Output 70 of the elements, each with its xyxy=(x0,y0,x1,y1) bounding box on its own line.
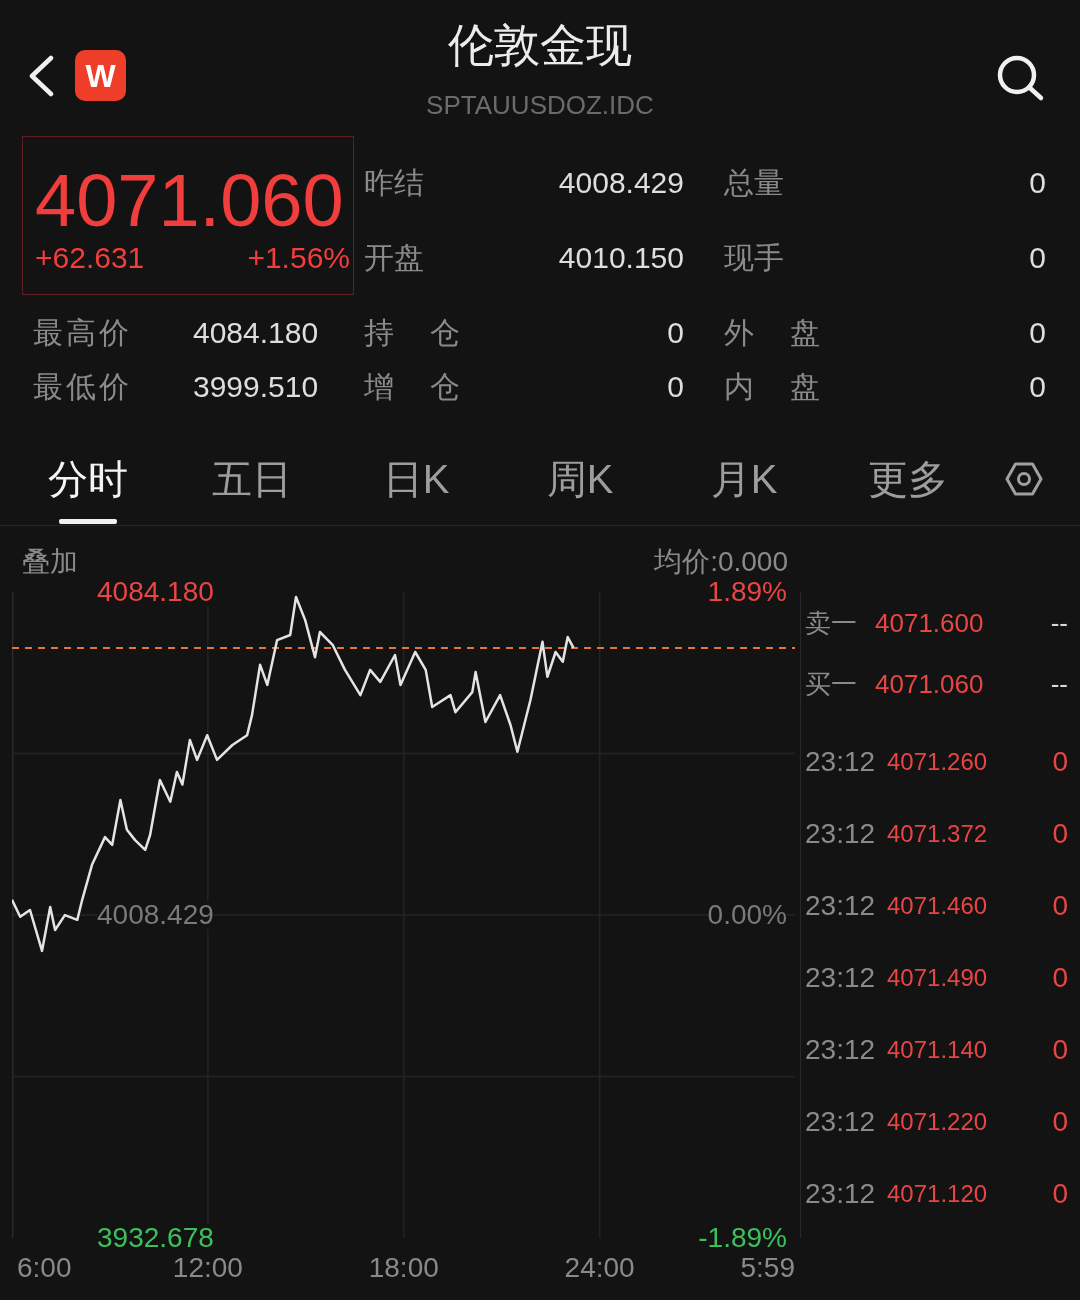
price-change: +62.631 xyxy=(35,243,145,273)
time-axis-label: 6:00 xyxy=(17,1253,72,1283)
stat-label: 总量 xyxy=(724,165,784,202)
stat-value: 4010.150 xyxy=(558,239,684,276)
chart-tab[interactable]: 周K xyxy=(498,432,662,525)
trade-volume: 0 xyxy=(1052,1178,1068,1210)
last-price: 4071.060 xyxy=(34,164,345,238)
stat-label: 昨结 xyxy=(364,165,424,202)
trade-volume: 0 xyxy=(1052,890,1068,922)
trade-price: 4071.140 xyxy=(887,1036,988,1064)
trade-volume: 0 xyxy=(1052,1106,1068,1138)
stat-value: 4008.429 xyxy=(558,165,684,202)
order-volume: -- xyxy=(1050,607,1068,638)
stat-label: 内 盘 xyxy=(724,369,820,405)
trade-volume: 0 xyxy=(1052,818,1068,850)
stat-label: 持 仓 xyxy=(364,315,460,351)
trade-price: 4071.490 xyxy=(887,964,988,992)
chart-tab[interactable]: 五日 xyxy=(170,432,334,525)
stat-label: 外 盘 xyxy=(724,315,820,351)
order-price: 4071.060 xyxy=(875,668,984,699)
average-price: 均价:0.000 xyxy=(654,548,788,576)
search-icon[interactable] xyxy=(995,54,1045,102)
page-title: 伦敦金现 xyxy=(448,18,632,73)
chart-tab[interactable]: 更多 xyxy=(826,432,990,525)
back-icon[interactable] xyxy=(28,55,54,97)
trade-time: 23:12 xyxy=(805,818,877,850)
trade-price: 4071.372 xyxy=(887,820,988,848)
time-axis-label: 12:00 xyxy=(172,1253,243,1283)
symbol-code: SPTAUUSDOZ.IDC xyxy=(426,90,654,120)
trade-price: 4071.460 xyxy=(887,892,988,920)
trade-volume: 0 xyxy=(1052,746,1068,778)
tab-indicator xyxy=(59,519,117,524)
stat-value: 0 xyxy=(1029,165,1046,202)
trade-time: 23:12 xyxy=(805,890,877,922)
chart-tab[interactable]: 分时 xyxy=(6,432,170,525)
time-axis-label: 18:00 xyxy=(368,1253,439,1283)
change-percent: +1.56% xyxy=(247,243,350,273)
stat-label: 最高价 xyxy=(33,315,129,351)
trade-time: 23:12 xyxy=(805,746,877,778)
time-axis-label: 24:00 xyxy=(564,1253,635,1283)
trade-volume: 0 xyxy=(1052,962,1068,994)
trade-volume: 0 xyxy=(1052,1034,1068,1066)
trade-time: 23:12 xyxy=(805,1034,877,1066)
stat-value: 0 xyxy=(1029,315,1046,351)
stat-value: 0 xyxy=(667,369,684,405)
time-axis-label: 5:59 xyxy=(740,1253,795,1283)
trade-price: 4071.260 xyxy=(887,748,988,776)
order-label: 卖一 xyxy=(805,607,858,638)
stat-value: 0 xyxy=(1029,239,1046,276)
overlay-button[interactable]: 叠加 xyxy=(22,548,78,576)
order-label: 买一 xyxy=(805,668,858,699)
price-axis-label: 4008.429 xyxy=(97,901,214,929)
stat-label: 开盘 xyxy=(364,239,424,276)
chart-tab[interactable]: 日K xyxy=(334,432,498,525)
trade-time: 23:12 xyxy=(805,1106,877,1138)
order-price: 4071.600 xyxy=(875,607,984,638)
trade-time: 23:12 xyxy=(805,962,877,994)
app-logo: W xyxy=(75,50,126,101)
trade-price: 4071.120 xyxy=(887,1180,988,1208)
trade-time: 23:12 xyxy=(805,1178,877,1210)
order-volume: -- xyxy=(1050,668,1068,699)
stat-value: 4084.180 xyxy=(193,315,319,351)
stat-value: 0 xyxy=(1029,369,1046,405)
trade-price: 4071.220 xyxy=(887,1108,988,1136)
stat-value: 3999.510 xyxy=(193,369,319,405)
stat-value: 0 xyxy=(667,315,684,351)
stat-label: 现手 xyxy=(724,239,784,276)
chart-tab[interactable]: 月K xyxy=(662,432,826,525)
stat-label: 最低价 xyxy=(33,369,129,405)
stat-label: 增 仓 xyxy=(364,369,460,405)
